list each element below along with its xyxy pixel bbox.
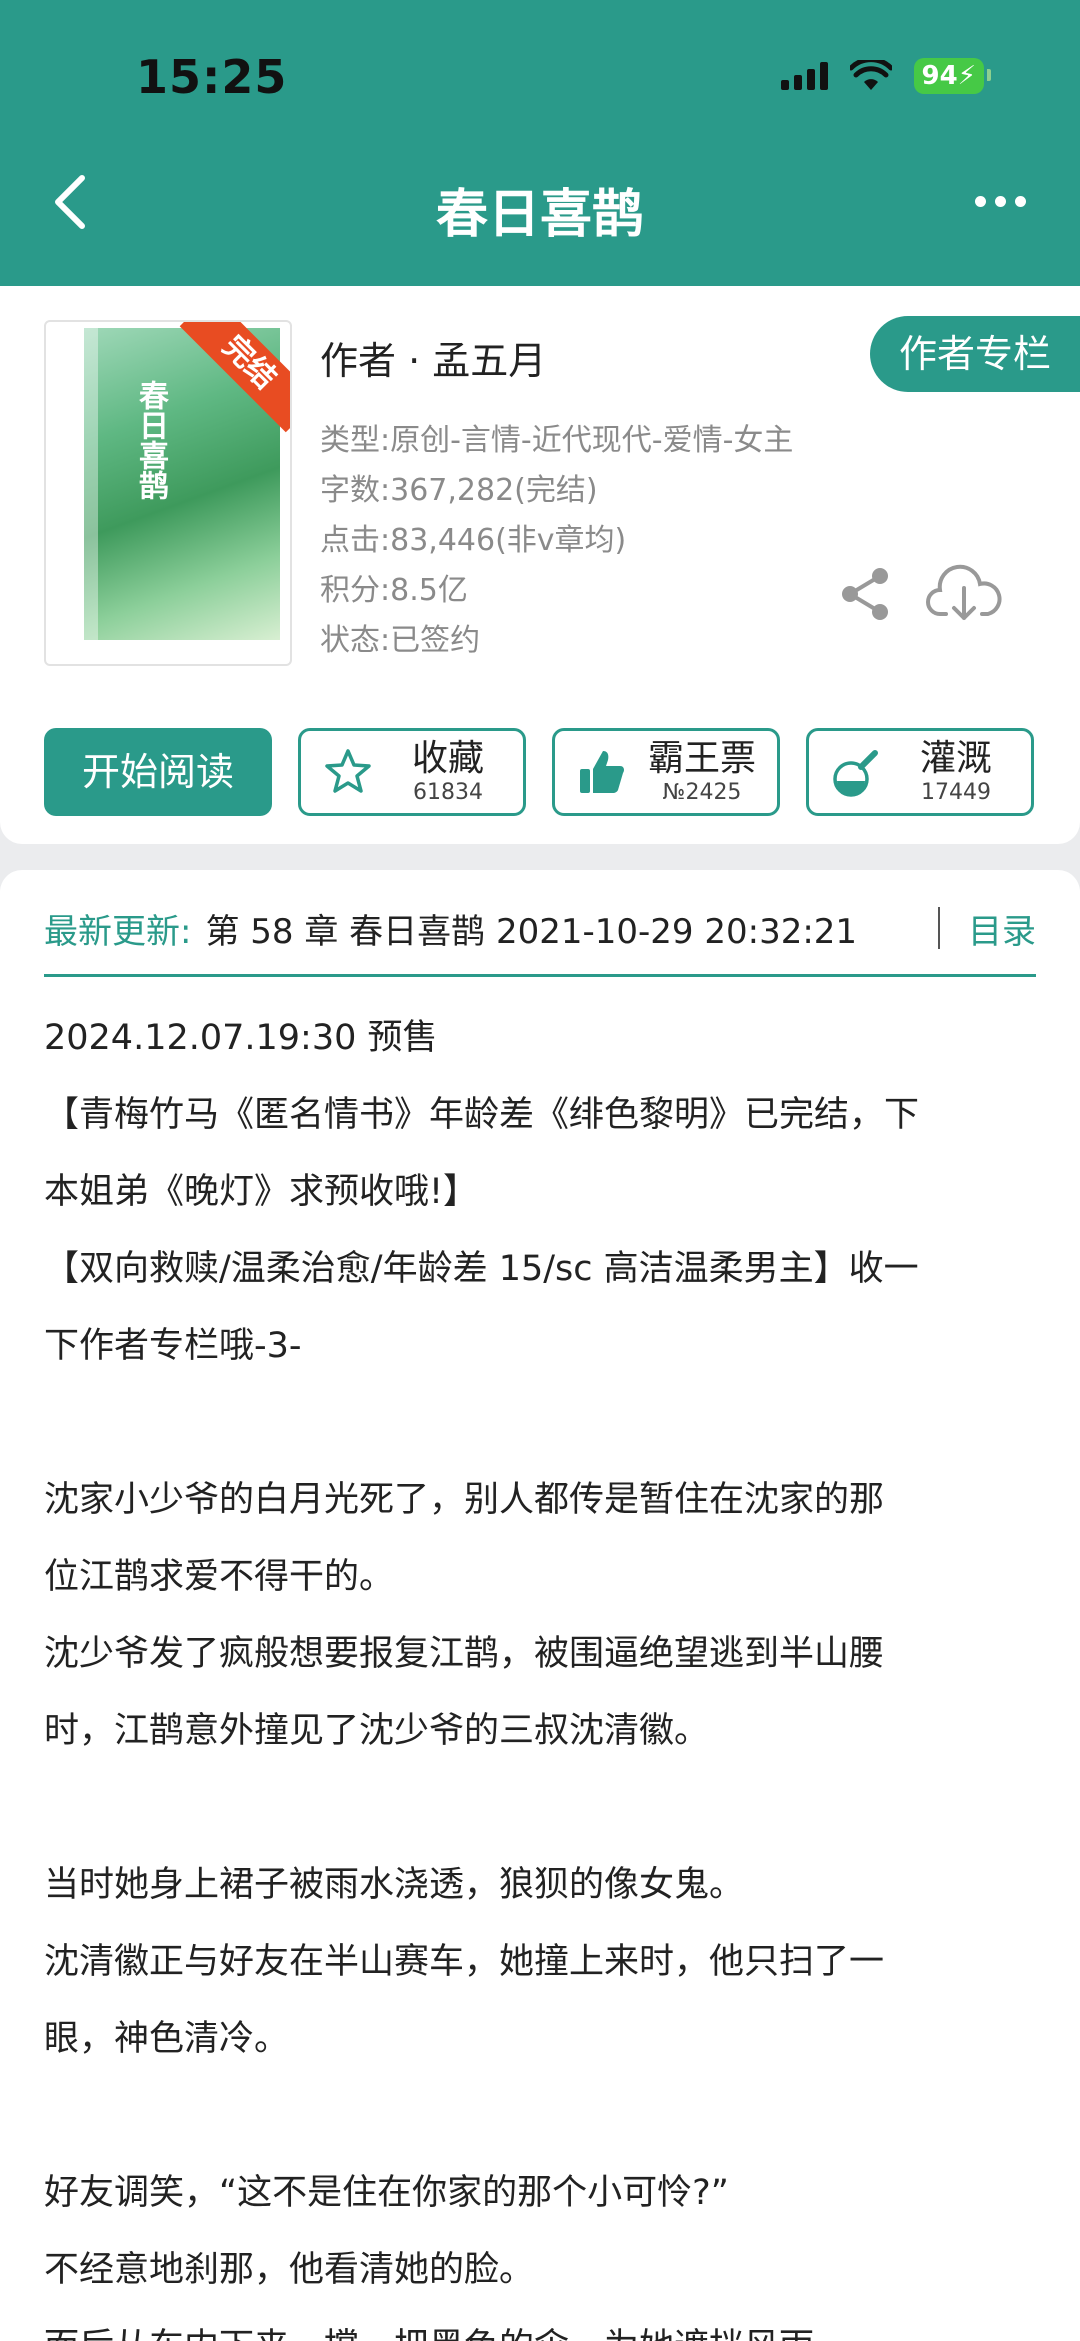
synopsis-line: 好友调笑，“这不是住在你家的那个小可怜?” <box>44 2173 729 2213</box>
latest-update-label: 最新更新: <box>44 911 192 952</box>
synopsis-line <box>44 1385 1036 1462</box>
author-column-button[interactable]: 作者专栏 <box>870 316 1080 392</box>
synopsis-line: 2024.12.07.19:30 预售 <box>44 1018 438 1058</box>
synopsis-line <box>44 1770 1036 1847</box>
collect-button[interactable]: 收藏 61834 <box>298 728 526 816</box>
meta-clicks: 点击:83,446(非v章均) <box>320 523 627 558</box>
flask-icon <box>833 750 878 797</box>
latest-chapter-link[interactable]: 第 58 章 春日喜鹊 2021-10-29 20:32:21 <box>205 904 920 953</box>
vertical-divider <box>938 907 940 949</box>
ticket-rank: №2425 <box>662 780 742 805</box>
start-reading-button[interactable]: 开始阅读 <box>44 728 272 816</box>
more-options-icon[interactable] <box>975 196 1026 207</box>
synopsis-line: 本姐弟《晚灯》求预收哦!】 <box>44 1172 479 1212</box>
synopsis-line: 【双向救赎/温柔治愈/年龄差 15/sc 高洁温柔男主】收一 <box>44 1249 919 1289</box>
synopsis-line: 【青梅竹马《匿名情书》年龄差《绯色黎明》已完结，下 <box>44 1095 920 1135</box>
water-button[interactable]: 灌溉 17449 <box>806 728 1034 816</box>
wifi-icon <box>849 60 892 90</box>
water-label: 灌溉 <box>919 738 992 779</box>
meta-points: 积分:8.5亿 <box>320 573 468 608</box>
page-title: 春日喜鹊 <box>435 185 644 245</box>
collect-count: 61834 <box>413 780 483 805</box>
book-info-card: 春日喜鹊 完结 作者 · 孟五月 作者专栏 类型:原创-言情-近代现代-爱情-女… <box>0 286 1080 844</box>
synopsis-line: 当时她身上裙子被雨水浇透，狼狈的像女鬼。 <box>44 1865 745 1905</box>
meta-word-count: 字数:367,282(完结) <box>320 473 598 508</box>
synopsis-line <box>44 2078 1036 2155</box>
cellular-signal-icon <box>780 62 828 90</box>
synopsis-line: 位江鹊求爱不得干的。 <box>44 1557 395 1597</box>
thumbs-up-icon <box>580 751 624 793</box>
ticket-button[interactable]: 霸王票 №2425 <box>552 728 780 816</box>
meta-status: 状态:已签约 <box>320 623 481 658</box>
status-time: 15:25 <box>136 50 288 104</box>
download-cloud-icon[interactable] <box>926 562 1002 626</box>
synopsis-line: 沈少爷发了疯般想要报复江鹊，被围逼绝望逃到半山腰 <box>44 1634 885 1674</box>
latest-update-row: 最新更新: 第 58 章 春日喜鹊 2021-10-29 20:32:21 目录 <box>44 898 1036 958</box>
meta-genre: 类型:原创-言情-近代现代-爱情-女主 <box>320 423 794 458</box>
author-name[interactable]: 作者 · 孟五月 <box>320 330 546 385</box>
book-cover[interactable]: 春日喜鹊 完结 <box>44 320 292 666</box>
table-of-contents-link[interactable]: 目录 <box>968 904 1036 953</box>
ticket-label: 霸王票 <box>647 738 756 779</box>
synopsis-line: 沈清徽正与好友在半山赛车，她撞上来时，他只扫了一 <box>44 1942 885 1982</box>
share-icon[interactable] <box>838 566 894 622</box>
synopsis-line: 眼，神色清冷。 <box>44 2019 290 2059</box>
battery-icon: 94⚡ <box>913 58 992 94</box>
description-card: 最新更新: 第 58 章 春日喜鹊 2021-10-29 20:32:21 目录… <box>0 870 1080 2341</box>
water-count: 17449 <box>921 780 991 805</box>
battery-level: 94 <box>921 61 958 91</box>
cover-title: 春日喜鹊 <box>133 380 168 500</box>
synopsis-line: 不经意地刹那，他看清她的脸。 <box>44 2250 535 2290</box>
top-bar: 15:25 94⚡ 春日喜鹊 <box>0 0 1080 286</box>
action-bar: 开始阅读 收藏 61834 霸王票 №2425 灌溉 17449 <box>44 728 1036 816</box>
collect-label: 收藏 <box>411 738 484 779</box>
synopsis-line: 而后从车内下来，撑一把黑色的伞，为她遮挡风雨。 <box>44 2309 1036 2341</box>
synopsis-line: 沈家小少爷的白月光死了，别人都传是暂住在沈家的那 <box>44 1480 885 1520</box>
book-meta: 类型:原创-言情-近代现代-爱情-女主 字数:367,282(完结) 点击:83… <box>320 416 793 666</box>
synopsis-line: 下作者专栏哦-3- <box>44 1326 302 1366</box>
section-divider <box>44 974 1036 977</box>
star-icon <box>325 749 371 793</box>
synopsis: 2024.12.07.19:30 预售 【青梅竹马《匿名情书》年龄差《绯色黎明》… <box>44 1000 1036 2341</box>
synopsis-line: 时，江鹊意外撞见了沈少爷的三叔沈清徽。 <box>44 1711 710 1751</box>
status-icons: 94⚡ <box>780 58 992 94</box>
